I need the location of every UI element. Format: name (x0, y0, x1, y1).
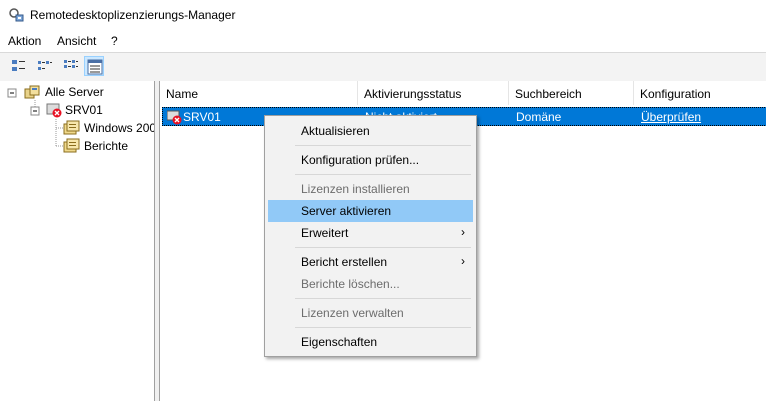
menu-item-lizenzen-verwalten: Lizenzen verwalten (301, 306, 404, 320)
column-header-config[interactable]: Konfiguration (634, 81, 766, 105)
cell-config-link[interactable]: Überprüfen (641, 110, 701, 124)
small-icons-view-button[interactable] (35, 56, 55, 76)
server-error-icon (167, 110, 182, 125)
menu-bar: Aktion Ansicht ? (0, 31, 766, 51)
details-view-icon (87, 59, 103, 75)
large-icons-view-icon (12, 60, 25, 71)
list-view-icon (64, 60, 78, 68)
context-menu: Aktualisieren Konfiguration prüfen... Li… (264, 115, 477, 357)
small-icons-view-icon (38, 61, 52, 70)
menu-item-konfiguration-pruefen[interactable]: Konfiguration prüfen... (268, 149, 473, 171)
menu-aktion[interactable]: Aktion (8, 34, 41, 48)
cell-name: SRV01 (183, 110, 221, 124)
column-header-scope[interactable]: Suchbereich (509, 81, 634, 105)
tree-label: Berichte (84, 139, 129, 153)
toolbar (0, 52, 766, 82)
tree-item-all-servers[interactable]: Alle Server (20, 83, 154, 101)
licensing-manager-icon (8, 7, 24, 23)
cell-scope: Domäne (516, 110, 562, 124)
menu-item-erweitert[interactable]: Erweitert › (268, 222, 473, 244)
window-title: Remotedesktoplizenzierungs-Manager (30, 8, 236, 22)
menu-separator (295, 327, 471, 328)
server-tree: Alle Server SRV01 Windows 200 Berichte (0, 81, 155, 401)
tree-label: Alle Server (45, 85, 104, 99)
menu-separator (295, 145, 471, 146)
reports-folder-icon (63, 138, 80, 153)
column-header-name[interactable]: Name (160, 81, 358, 105)
server-group-icon (24, 85, 40, 99)
menu-separator (295, 174, 471, 175)
submenu-arrow-icon: › (461, 254, 465, 268)
menu-item-eigenschaften[interactable]: Eigenschaften (268, 331, 473, 353)
column-header-status[interactable]: Aktivierungsstatus (358, 81, 509, 105)
menu-help[interactable]: ? (111, 34, 118, 48)
details-view-button[interactable] (84, 56, 104, 76)
menu-item-bericht-erstellen[interactable]: Bericht erstellen › (268, 251, 473, 273)
menu-item-server-aktivieren[interactable]: Server aktivieren (268, 200, 473, 222)
tree-item-berichte[interactable]: Berichte (63, 137, 154, 155)
list-view-button[interactable] (61, 56, 81, 76)
title-bar: Remotedesktoplizenzierungs-Manager (0, 0, 766, 30)
menu-item-berichte-loeschen: Berichte löschen... (301, 277, 400, 291)
tree-label: Windows 200 (84, 121, 155, 135)
tree-item-srv01[interactable]: SRV01 (44, 101, 154, 119)
tree-item-windows[interactable]: Windows 200 (63, 119, 154, 137)
server-error-icon (46, 103, 62, 118)
menu-item-aktualisieren[interactable]: Aktualisieren (268, 120, 473, 142)
menu-separator (295, 298, 471, 299)
tree-label: SRV01 (65, 103, 103, 117)
menu-item-lizenzen-installieren: Lizenzen installieren (301, 182, 410, 196)
menu-ansicht[interactable]: Ansicht (57, 34, 96, 48)
large-icons-view-button[interactable] (9, 56, 29, 76)
license-folder-icon (63, 120, 80, 135)
submenu-arrow-icon: › (461, 225, 465, 239)
menu-separator (295, 247, 471, 248)
